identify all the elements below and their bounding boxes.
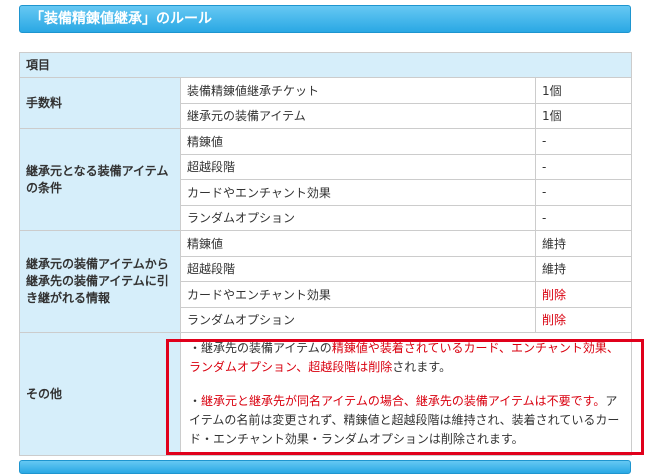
table-row: その他 ・継承先の装備アイテムの精錬値や装着されているカード、エンチャント効果、… [19, 332, 633, 456]
condition-item: カードやエンチャント効果 [180, 179, 536, 206]
note2-emphasis: 継承元と継承先が同名アイテムの場合、継承先の装備アイテムは不要です。 [201, 394, 606, 408]
inherited-value-delete: 削除 [534, 281, 633, 308]
table-header: 項目 [18, 52, 633, 78]
fee-value: 1個 [534, 77, 633, 104]
other-note: ・継承先の装備アイテムの精錬値や装着されているカード、エンチャント効果、ランダム… [179, 332, 633, 456]
table-header-row: 項目 [18, 52, 633, 78]
condition-item: 精錬値 [180, 128, 536, 155]
condition-item: ランダムオプション [180, 204, 536, 231]
next-section-bar [19, 460, 631, 474]
condition-value: - [534, 128, 633, 155]
other-label: その他 [19, 332, 181, 456]
condition-value: - [534, 179, 633, 206]
inherited-item: 超越段階 [180, 255, 536, 282]
inherited-value: 維持 [534, 255, 633, 282]
condition-value: - [534, 153, 633, 180]
table-row: 継承元となる装備アイテムの条件 精錬値 - [19, 128, 633, 231]
fee-value: 1個 [534, 102, 633, 129]
table-row: 継承元の装備アイテムから継承先の装備アイテムに引き継がれる情報 精錬値 維持 [19, 230, 633, 333]
condition-label: 継承元となる装備アイテムの条件 [19, 128, 181, 231]
table-row: 手数料 装備精錬値継承チケット 1個 [19, 77, 633, 129]
note1-text-end: されます。 [392, 360, 452, 374]
inherited-item: ランダムオプション [180, 306, 536, 333]
note1-text: ・継承先の装備アイテムの [189, 341, 332, 355]
inherited-item: カードやエンチャント効果 [180, 281, 536, 308]
inherited-item: 精錬値 [180, 230, 536, 257]
note-paragraph-2: ・継承元と継承先が同名アイテムの場合、継承先の装備アイテムは不要です。アイテムの… [189, 392, 623, 449]
condition-value: - [534, 204, 633, 231]
rules-table: 項目 手数料 装備精錬値継承チケット 1個 継承元の装備アイテム 1個 継承元と… [18, 52, 633, 456]
fee-label: 手数料 [19, 77, 181, 129]
condition-item: 超越段階 [180, 153, 536, 180]
inherited-value-delete: 削除 [534, 306, 633, 333]
inherited-label: 継承元の装備アイテムから継承先の装備アイテムに引き継がれる情報 [19, 230, 181, 333]
section-title: 「装備精錬値継承」のルール [19, 5, 631, 33]
fee-item: 継承元の装備アイテム [180, 102, 536, 129]
note2-bullet: ・ [189, 394, 202, 408]
note-paragraph-1: ・継承先の装備アイテムの精錬値や装着されているカード、エンチャント効果、ランダム… [189, 339, 623, 377]
fee-item: 装備精錬値継承チケット [180, 77, 536, 104]
inherited-value: 維持 [534, 230, 633, 257]
